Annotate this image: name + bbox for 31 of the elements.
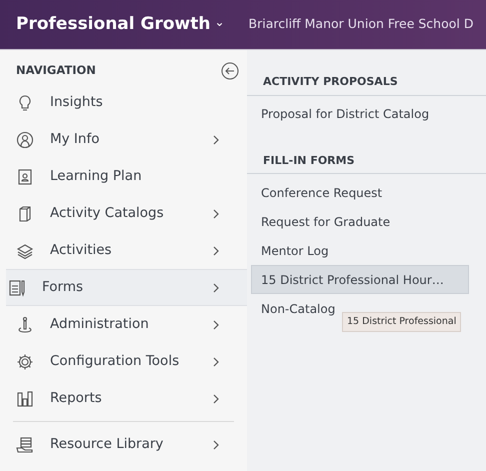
person-icon (16, 130, 34, 148)
form-icon (8, 278, 26, 296)
nav-item[interactable]: Resource Library (0, 426, 247, 463)
form-link[interactable]: Proposal for District Catalog (247, 100, 486, 128)
nav-item[interactable]: Reports (0, 380, 247, 417)
district-name: Briarcliff Manor Union Free School D (248, 15, 474, 34)
nav-item[interactable]: Forms (6, 269, 247, 306)
collapse-icon[interactable] (221, 62, 239, 80)
nav-item[interactable]: Administration (0, 306, 247, 343)
form-link[interactable]: Conference Request (247, 178, 486, 207)
section-heading: ACTIVITY PROPOSALS (247, 74, 486, 96)
caret-icon[interactable]: ⌄ (214, 12, 225, 30)
layers-icon (16, 242, 34, 260)
navigation-heading: NAVIGATION (16, 62, 96, 80)
library-icon (16, 436, 34, 454)
bar-chart-icon (16, 390, 34, 408)
form-link[interactable]: Request for Graduate (247, 207, 486, 236)
tooltip: 15 District Professional (342, 312, 462, 332)
form-link[interactable]: Mentor Log (247, 236, 486, 265)
app-title[interactable]: Professional Growth (16, 12, 210, 38)
section-heading: FILL-IN FORMS (247, 152, 486, 174)
nav-item[interactable]: Configuration Tools (0, 343, 247, 380)
nav-item[interactable]: My Info (0, 121, 247, 158)
nav-item[interactable]: Insights (0, 84, 247, 121)
nav-item[interactable]: Activity Catalogs (0, 195, 247, 232)
notebook-icon (16, 168, 34, 186)
form-link[interactable]: 15 District Professional Hour… (251, 265, 469, 294)
person-pin-icon (16, 316, 34, 334)
nav-item[interactable]: Activities (0, 232, 247, 269)
settings-icon (16, 352, 34, 370)
nav-item[interactable]: Learning Plan (0, 158, 247, 195)
